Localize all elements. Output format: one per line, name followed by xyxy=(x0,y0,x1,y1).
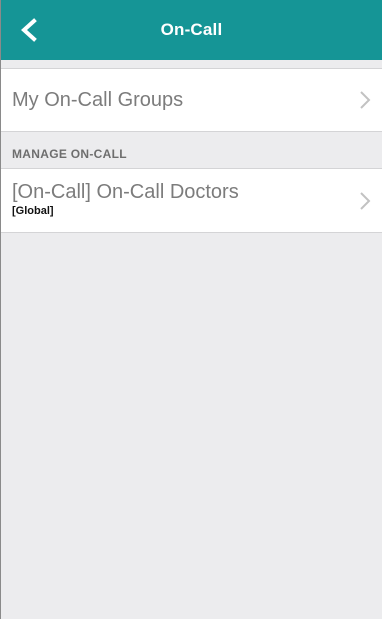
back-button[interactable] xyxy=(11,12,47,48)
my-on-call-groups-label: My On-Call Groups xyxy=(12,88,184,111)
page-title: On-Call xyxy=(160,20,223,39)
on-call-doctors-row[interactable]: [On-Call] On-Call Doctors [Global] xyxy=(1,168,382,233)
on-call-doctors-scope: [Global] xyxy=(12,205,54,217)
chevron-left-icon xyxy=(21,18,37,42)
header-bar: On-Call xyxy=(1,0,382,60)
my-on-call-groups-row[interactable]: My On-Call Groups xyxy=(1,68,382,132)
chevron-right-icon xyxy=(360,191,371,210)
on-call-doctors-label: [On-Call] On-Call Doctors xyxy=(12,181,239,203)
section-header-manage-on-call: MANAGE ON-CALL xyxy=(12,147,127,161)
chevron-right-icon xyxy=(360,91,371,109)
app-screen: On-Call My On-Call Groups MANAGE ON-CALL… xyxy=(0,0,382,619)
